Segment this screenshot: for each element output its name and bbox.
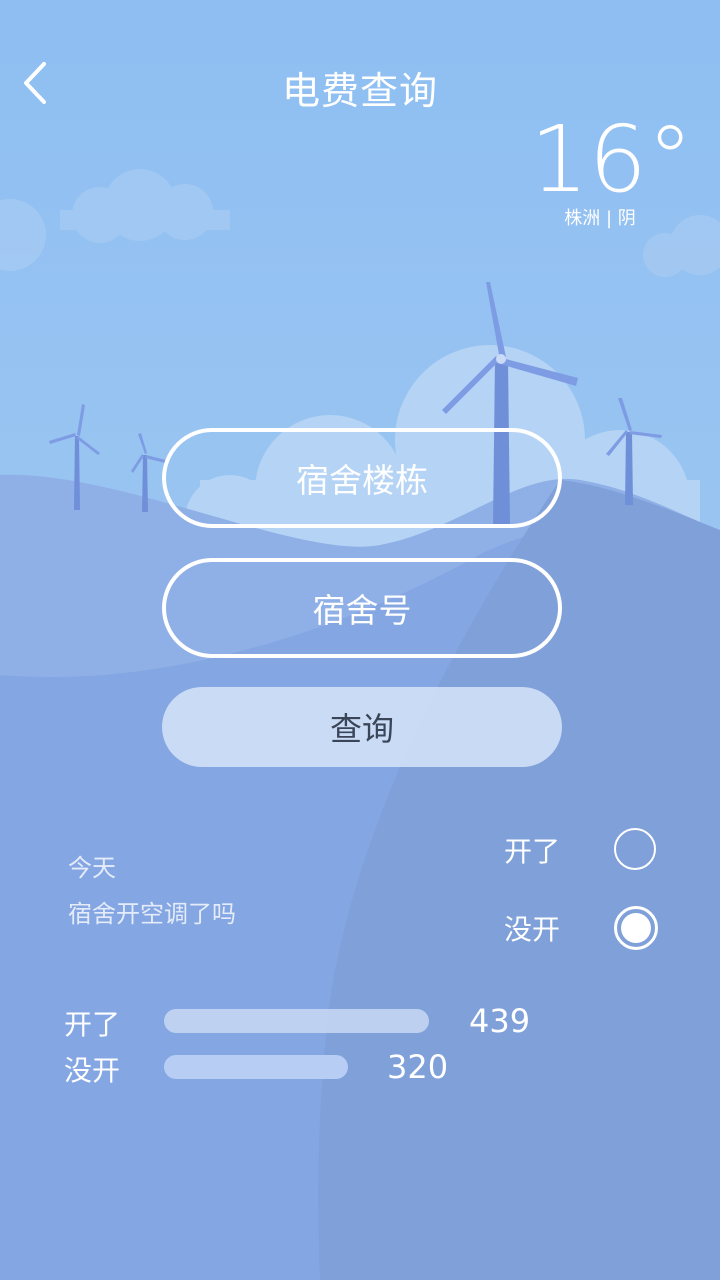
option-on-label: 开了 [504, 835, 561, 868]
option-off-label: 没开 [504, 913, 561, 946]
building-select-button[interactable]: 宿舍楼栋 [162, 428, 562, 528]
poll-question-line1: 今天 [68, 854, 116, 882]
weather-location: 株洲 | 阴 [564, 208, 636, 229]
stat-on-bar [164, 1009, 429, 1033]
option-off-radio[interactable] [614, 906, 658, 950]
room-number-button[interactable]: 宿舍号 [162, 558, 562, 658]
poll-question-line2: 宿舍开空调了吗 [68, 900, 236, 928]
stat-off-label: 没开 [64, 1054, 121, 1087]
temperature: 16° [530, 106, 694, 213]
query-button[interactable]: 查询 [162, 687, 562, 767]
stat-off-bar [164, 1055, 348, 1079]
radio-selected-dot [621, 913, 651, 943]
stat-off-count: 320 [387, 1048, 449, 1086]
option-on-radio[interactable] [614, 828, 656, 870]
stat-on-count: 439 [469, 1002, 531, 1040]
stat-on-label: 开了 [64, 1008, 121, 1041]
